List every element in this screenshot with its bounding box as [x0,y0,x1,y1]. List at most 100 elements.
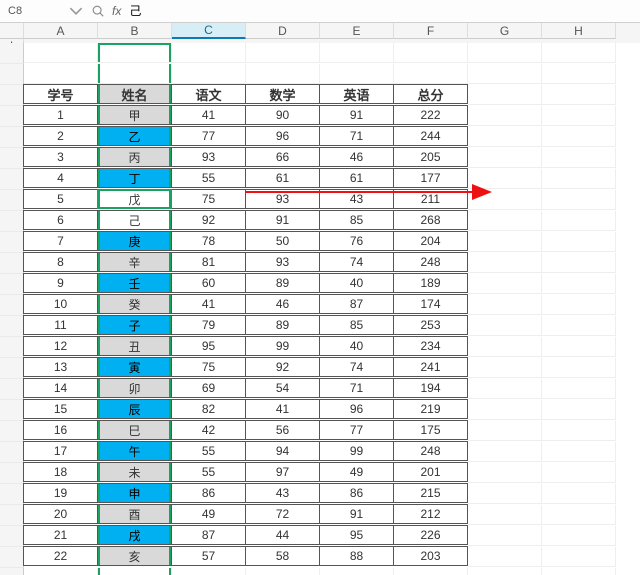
cell-H6[interactable] [468,148,542,168]
cell-math-1[interactable]: 90 [245,105,320,125]
row-header-12[interactable] [0,274,24,295]
search-icon[interactable] [90,3,106,19]
cell-name-8[interactable]: 辛 [97,252,172,272]
cell-total-22[interactable]: 203 [393,546,468,566]
cell-total-15[interactable]: 219 [393,399,468,419]
cell-H14[interactable] [468,316,542,336]
spreadsheet-grid[interactable]: 学号姓名语文数学英语总分1甲4190912222乙7796712443丙9366… [0,43,640,575]
cell-I19[interactable] [542,421,616,441]
cell-id-1[interactable]: 1 [23,105,98,125]
cell-id-20[interactable]: 20 [23,504,98,524]
cell-chinese-5[interactable]: 75 [171,189,246,209]
cell-id-21[interactable]: 21 [23,525,98,545]
cell-H1[interactable] [468,43,542,63]
cell-id-16[interactable]: 16 [23,420,98,440]
cell-english-20[interactable]: 91 [319,504,394,524]
cell-english-12[interactable]: 40 [319,336,394,356]
cell-chinese-3[interactable]: 93 [171,147,246,167]
cell-H13[interactable] [468,295,542,315]
cell-C26[interactable] [98,568,172,575]
cell-I4[interactable] [542,106,616,126]
cell-H9[interactable] [468,211,542,231]
cell-chinese-21[interactable]: 87 [171,525,246,545]
row-header-17[interactable] [0,379,24,400]
cell-H4[interactable] [468,106,542,126]
cell-H16[interactable] [468,358,542,378]
cell-math-10[interactable]: 46 [245,294,320,314]
cell-name-17[interactable]: 午 [97,441,172,461]
row-header-6[interactable] [0,148,24,169]
cell-G2[interactable] [394,64,468,84]
cell-total-17[interactable]: 248 [393,441,468,461]
cell-I2[interactable] [542,64,616,84]
column-header-D[interactable]: D [246,23,320,39]
cell-E26[interactable] [246,568,320,575]
cell-id-18[interactable]: 18 [23,462,98,482]
header-col_G[interactable]: 总分 [393,84,468,104]
cell-H10[interactable] [468,232,542,252]
cell-chinese-8[interactable]: 81 [171,252,246,272]
cell-math-19[interactable]: 43 [245,483,320,503]
cell-H26[interactable] [468,568,542,575]
cell-F2[interactable] [320,64,394,84]
row-header-1[interactable] [0,43,24,64]
cell-total-21[interactable]: 226 [393,525,468,545]
cell-chinese-20[interactable]: 49 [171,504,246,524]
cell-total-11[interactable]: 253 [393,315,468,335]
cell-name-12[interactable]: 丑 [97,336,172,356]
cell-english-14[interactable]: 71 [319,378,394,398]
row-header-18[interactable] [0,400,24,421]
row-header-2[interactable] [0,64,24,85]
cell-english-7[interactable]: 76 [319,231,394,251]
cell-total-3[interactable]: 205 [393,147,468,167]
row-header-26[interactable] [0,568,24,575]
cell-B2[interactable] [24,64,98,84]
cell-C2[interactable] [98,64,172,84]
row-header-7[interactable] [0,169,24,190]
cell-H11[interactable] [468,253,542,273]
cell-I25[interactable] [542,547,616,567]
cell-H7[interactable] [468,169,542,189]
row-header-19[interactable] [0,421,24,442]
cell-G26[interactable] [394,568,468,575]
cell-H21[interactable] [468,463,542,483]
cell-id-2[interactable]: 2 [23,126,98,146]
cell-total-9[interactable]: 189 [393,273,468,293]
cell-name-15[interactable]: 辰 [97,399,172,419]
cell-E2[interactable] [246,64,320,84]
cell-F26[interactable] [320,568,394,575]
cell-I23[interactable] [542,505,616,525]
column-header-F[interactable]: F [394,23,468,39]
cell-I17[interactable] [542,379,616,399]
cell-id-17[interactable]: 17 [23,441,98,461]
cell-name-13[interactable]: 寅 [97,357,172,377]
row-header-25[interactable] [0,547,24,568]
cell-english-17[interactable]: 99 [319,441,394,461]
cell-name-10[interactable]: 癸 [97,294,172,314]
row-header-8[interactable] [0,190,24,211]
row-header-15[interactable] [0,337,24,358]
cell-I18[interactable] [542,400,616,420]
cell-english-4[interactable]: 61 [319,168,394,188]
cell-name-11[interactable]: 子 [97,315,172,335]
cell-english-16[interactable]: 77 [319,420,394,440]
column-header-B[interactable]: B [98,23,172,39]
cell-id-8[interactable]: 8 [23,252,98,272]
cell-H19[interactable] [468,421,542,441]
cell-H17[interactable] [468,379,542,399]
cell-H22[interactable] [468,484,542,504]
cell-math-20[interactable]: 72 [245,504,320,524]
cell-math-11[interactable]: 89 [245,315,320,335]
cell-math-13[interactable]: 92 [245,357,320,377]
row-header-13[interactable] [0,295,24,316]
cell-total-10[interactable]: 174 [393,294,468,314]
cell-I15[interactable] [542,337,616,357]
cell-H12[interactable] [468,274,542,294]
cell-chinese-18[interactable]: 55 [171,462,246,482]
cell-B26[interactable] [24,568,98,575]
cell-name-2[interactable]: 乙 [97,126,172,146]
cell-I13[interactable] [542,295,616,315]
formula-input[interactable] [127,1,640,21]
cell-name-9[interactable]: 壬 [97,273,172,293]
row-header-20[interactable] [0,442,24,463]
